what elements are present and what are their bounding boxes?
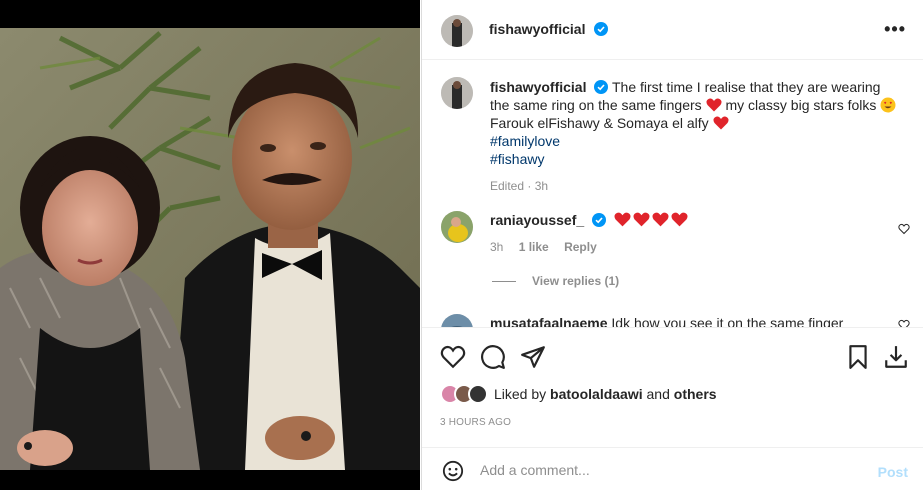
commenter-avatar-image	[441, 211, 473, 243]
liked-by-prefix: Liked by	[494, 386, 547, 402]
author-avatar-image	[441, 15, 473, 47]
comment-text-hearts	[614, 212, 688, 228]
red-heart-emoji-icon	[633, 212, 650, 227]
post-media-panel	[0, 0, 420, 490]
like-heart-icon[interactable]	[440, 344, 466, 370]
red-heart-emoji-icon	[671, 212, 688, 227]
comment-likes[interactable]: 1 like	[519, 240, 549, 254]
comment-like-heart-icon[interactable]	[898, 319, 910, 327]
reply-button[interactable]: Reply	[564, 240, 597, 254]
liker-avatar[interactable]	[468, 384, 488, 404]
red-heart-emoji-icon	[652, 212, 669, 227]
caption-author-avatar[interactable]	[441, 77, 473, 109]
comments-list: fishawyofficial The first time I realise…	[422, 61, 923, 327]
comment-time[interactable]: 3h	[490, 240, 503, 254]
comment-item: musatafaalnaeme Idk how you see it on th…	[490, 315, 843, 327]
comment-text: Idk how you see it on the same finger	[611, 315, 844, 327]
caption-text-2: my classy big stars folks	[725, 97, 877, 113]
commenter-username[interactable]: musatafaalnaeme	[490, 315, 608, 327]
caption-text-3: Farouk elFishawy & Somaya el alfy	[490, 115, 709, 131]
heart-eyes-emoji-icon	[880, 97, 896, 113]
liked-by-and: and	[646, 386, 670, 402]
verified-badge-icon	[592, 213, 607, 227]
post-timestamp[interactable]: 3 HOURS AGO	[440, 417, 511, 428]
more-options-icon[interactable]: •••	[884, 20, 906, 38]
commenter-avatar[interactable]	[441, 211, 473, 243]
download-icon[interactable]	[883, 344, 909, 370]
liked-by-others-link[interactable]: others	[674, 386, 717, 402]
caption-meta: Edited · 3h	[490, 179, 549, 193]
post-photo-image	[0, 28, 420, 470]
share-paper-plane-icon[interactable]	[520, 344, 546, 370]
add-comment-bar: Post	[422, 447, 923, 490]
caption-username[interactable]: fishawyofficial	[490, 79, 586, 95]
liked-by-user[interactable]: batoolaldaawi	[550, 386, 643, 402]
comment-item: raniayoussef_	[490, 212, 688, 228]
comment-meta: 3h 1 like Reply	[490, 240, 597, 254]
liked-by-row: Liked by batoolaldaawi and others	[440, 384, 717, 404]
add-comment-input[interactable]	[480, 458, 860, 482]
post-header: fishawyofficial •••	[422, 0, 923, 60]
hashtag-link[interactable]: #fishawy	[490, 150, 900, 168]
caption-avatar-image	[441, 77, 473, 109]
liked-by-avatars	[440, 384, 488, 404]
red-heart-emoji-icon	[614, 212, 631, 227]
red-heart-emoji-icon	[712, 116, 729, 130]
emoji-smiley-icon[interactable]	[442, 460, 464, 482]
comment-bubble-icon[interactable]	[480, 344, 506, 370]
post-caption: fishawyofficial The first time I realise…	[490, 78, 900, 195]
bookmark-save-icon[interactable]	[845, 344, 871, 370]
comment-like-heart-icon[interactable]	[898, 223, 910, 235]
hashtag-link[interactable]: #familylove	[490, 132, 900, 150]
red-heart-emoji-icon	[706, 98, 722, 112]
commenter-avatar[interactable]	[441, 314, 473, 327]
post-photo[interactable]	[0, 28, 420, 470]
commenter-username[interactable]: raniayoussef_	[490, 212, 584, 228]
post-actions: Liked by batoolaldaawi and others 3 HOUR…	[422, 327, 923, 442]
verified-badge-icon	[593, 22, 608, 36]
post-side-panel: fishawyofficial ••• fishawyofficial The …	[421, 0, 923, 490]
post-comment-button[interactable]: Post	[878, 464, 908, 480]
verified-badge-icon	[594, 80, 609, 94]
author-username[interactable]: fishawyofficial	[489, 21, 585, 37]
commenter-avatar-image	[441, 314, 473, 327]
author-avatar[interactable]	[441, 15, 473, 47]
view-replies-button[interactable]: View replies (1)	[492, 274, 619, 288]
author-name-row: fishawyofficial	[489, 21, 608, 39]
